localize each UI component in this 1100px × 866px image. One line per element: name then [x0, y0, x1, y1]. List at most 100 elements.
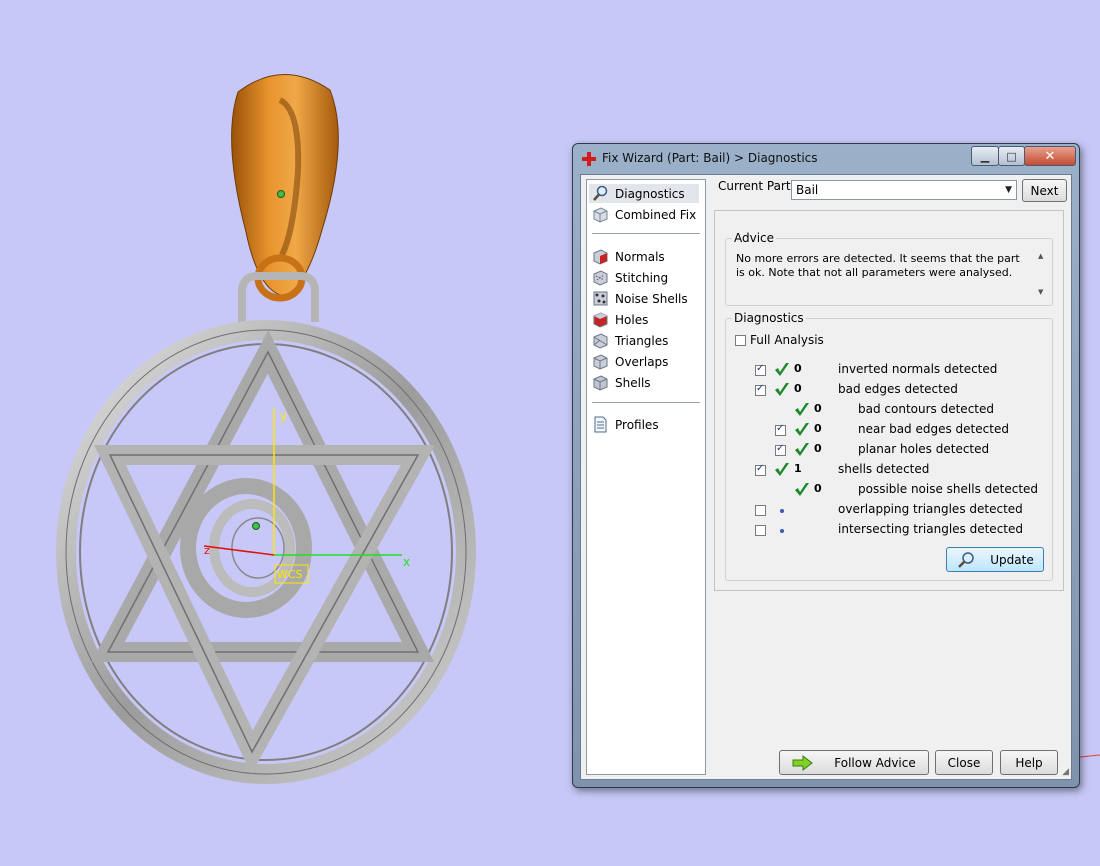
title-bar[interactable]: Fix Wizard (Part: Bail) > Diagnostics ▁ …	[573, 144, 1079, 174]
nav-label-shells: Shells	[615, 375, 651, 390]
diagnostic-count: 0	[814, 422, 822, 435]
nav-label-stitching: Stitching	[615, 270, 669, 285]
diagnostic-label: near bad edges detected	[858, 422, 1009, 436]
normals-cube-icon	[593, 249, 608, 265]
nav-item-shells[interactable]: Shells	[589, 373, 699, 392]
nav-separator	[592, 402, 700, 403]
diagnostic-row: 0 bad contours detected	[726, 401, 1046, 419]
red-cross-icon	[582, 152, 596, 166]
maximize-icon: □	[1006, 149, 1017, 163]
diagnostic-checkbox[interactable]	[775, 443, 786, 456]
nav-label-normals: Normals	[615, 249, 665, 264]
diagnostics-group: Diagnostics Full Analysis 0 inverted norm…	[725, 311, 1053, 581]
diagnostic-label: bad contours detected	[858, 402, 994, 416]
resize-grip-icon[interactable]: ◢	[1062, 767, 1069, 777]
nav-item-holes[interactable]: Holes	[589, 310, 699, 329]
diagnostic-label: shells detected	[838, 462, 930, 476]
not-analysed-dot-icon	[780, 529, 784, 533]
diagnostic-checkbox[interactable]	[755, 463, 766, 476]
diagnostic-checkbox[interactable]	[775, 423, 786, 436]
advice-scrollbar[interactable]: ▲ ▼	[1036, 250, 1048, 296]
nav-item-overlaps[interactable]: Overlaps	[589, 352, 699, 371]
scroll-down-icon[interactable]: ▼	[1038, 288, 1043, 296]
full-analysis-label: Full Analysis	[750, 333, 824, 347]
diagnostics-panel: Advice No more errors are detected. It s…	[714, 210, 1064, 591]
diagnostic-checkbox[interactable]	[755, 505, 766, 516]
diagnostic-row: 1 shells detected	[726, 461, 1046, 479]
nav-item-stitching[interactable]: Stitching	[589, 268, 699, 287]
minimize-icon: ▁	[980, 149, 990, 163]
diagnostic-count: 0	[794, 362, 802, 375]
nav-item-noise-shells[interactable]: Noise Shells	[589, 289, 699, 308]
dialog-client-area: Diagnostics Combined Fix Normals Stitchi…	[580, 174, 1072, 780]
update-button[interactable]: Update	[946, 547, 1044, 572]
diagnostic-count: 0	[794, 382, 802, 395]
arrow-right-icon	[792, 754, 814, 771]
diagnostic-row: 0 possible noise shells detected	[726, 481, 1046, 499]
advice-title: Advice	[732, 231, 777, 245]
shells-cube-icon	[593, 375, 608, 391]
close-icon: ✕	[1044, 148, 1056, 164]
axis-label-x: x	[403, 555, 410, 569]
not-analysed-dot-icon	[780, 509, 784, 513]
fix-wizard-dialog: Fix Wizard (Part: Bail) > Diagnostics ▁ …	[572, 143, 1080, 788]
bail-part[interactable]	[231, 74, 339, 302]
current-part-label: Current Part:	[718, 179, 795, 193]
diagnostic-row: overlapping triangles detected	[726, 501, 1046, 519]
follow-advice-button[interactable]: Follow Advice	[779, 750, 929, 775]
checkmark-icon	[795, 443, 809, 456]
nav-item-triangles[interactable]: Triangles	[589, 331, 699, 350]
diagnostic-row: 0 near bad edges detected	[726, 421, 1046, 439]
diagnostic-row: 0 planar holes detected	[726, 441, 1046, 459]
diagnostic-count: 0	[814, 482, 822, 495]
help-button[interactable]: Help	[1000, 750, 1058, 775]
diagnostic-label: intersecting triangles detected	[838, 522, 1023, 536]
chevron-down-icon: ▼	[1005, 185, 1012, 195]
noise-shells-icon	[593, 291, 608, 306]
diagnostic-row: 0 bad edges detected	[726, 381, 1046, 399]
nav-item-diagnostics[interactable]: Diagnostics	[589, 184, 699, 203]
close-window-button[interactable]: ✕	[1024, 146, 1076, 166]
diagnostic-checkbox[interactable]	[755, 525, 766, 536]
minimize-button[interactable]: ▁	[971, 146, 999, 166]
diagnostic-row: intersecting triangles detected	[726, 521, 1046, 539]
full-analysis-checkbox[interactable]	[735, 334, 746, 346]
nav-label-overlaps: Overlaps	[615, 354, 669, 369]
diagnostic-label: overlapping triangles detected	[838, 502, 1023, 516]
nav-label-holes: Holes	[615, 312, 649, 327]
nav-item-normals[interactable]: Normals	[589, 247, 699, 266]
advice-text: No more errors are detected. It seems th…	[736, 252, 1020, 279]
triangles-cube-icon	[593, 333, 608, 349]
diagnostic-count: 0	[814, 442, 822, 455]
wizard-nav: Diagnostics Combined Fix Normals Stitchi…	[586, 179, 706, 775]
full-analysis-option[interactable]: Full Analysis	[735, 333, 824, 347]
magnifier-icon	[593, 185, 608, 201]
nav-label-noise-shells: Noise Shells	[615, 291, 688, 306]
checkmark-icon	[775, 383, 789, 396]
diagnostic-checkbox[interactable]	[755, 383, 766, 396]
diagnostic-label: inverted normals detected	[838, 362, 998, 376]
diagnostic-label: possible noise shells detected	[858, 482, 1039, 496]
nav-item-profiles[interactable]: Profiles	[589, 415, 699, 434]
checkmark-icon	[795, 403, 809, 416]
current-part-value: Bail	[796, 183, 819, 197]
diagnostic-row: 0 inverted normals detected	[726, 361, 1046, 379]
nav-label-triangles: Triangles	[615, 333, 669, 348]
diagnostic-label: planar holes detected	[858, 442, 990, 456]
close-button[interactable]: Close	[935, 750, 993, 775]
diagnostic-checkbox[interactable]	[755, 363, 766, 376]
next-button[interactable]: Next	[1022, 179, 1067, 202]
checkmark-icon	[775, 463, 789, 476]
advice-group: Advice No more errors are detected. It s…	[725, 231, 1053, 306]
diagnostic-label: bad edges detected	[838, 382, 958, 396]
nav-label-profiles: Profiles	[615, 417, 659, 432]
window-title: Fix Wizard (Part: Bail) > Diagnostics	[602, 151, 818, 165]
checkmark-icon	[795, 483, 809, 496]
scroll-up-icon[interactable]: ▲	[1038, 252, 1043, 260]
current-part-select[interactable]: Bail ▼	[791, 180, 1017, 200]
maximize-button[interactable]: □	[998, 146, 1025, 166]
axis-label-y: y	[280, 409, 287, 423]
diagnostics-title: Diagnostics	[732, 311, 806, 325]
stitching-cube-icon	[593, 270, 608, 286]
nav-item-combined-fix[interactable]: Combined Fix	[589, 205, 699, 224]
